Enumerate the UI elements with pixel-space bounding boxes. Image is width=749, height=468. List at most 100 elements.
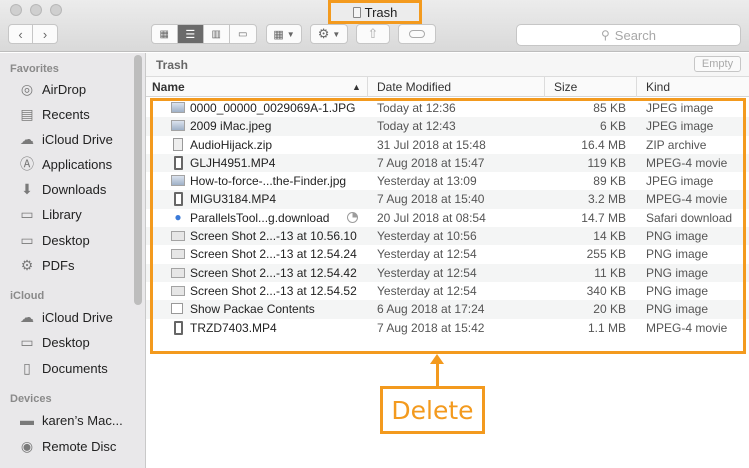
column-divider[interactable] [636,77,637,97]
file-row[interactable]: TRZD7403.MP4 7 Aug 2018 at 15:42 1.1 MB MPE… [146,319,749,337]
tag-icon [409,30,425,38]
sidebar-item-documents[interactable]: ▯ Documents [18,358,108,378]
file-name: Screen Shot 2...-13 at 10.56.10 [190,229,357,243]
file-size: 20 KB [593,302,626,317]
file-name-text: ParallelsTool...g.download [190,210,330,225]
column-header-date[interactable]: Date Modified [377,80,451,94]
sidebar-item-recents[interactable]: ▤ Recents [18,104,89,124]
file-name-text: AudioHijack.zip [190,137,273,152]
shot-file-icon [171,285,185,296]
zoom-window-button[interactable] [50,4,62,16]
sidebar-item-airdrop[interactable]: ◎ AirDrop [18,79,86,99]
file-size: 255 KB [586,247,626,262]
column-header-size[interactable]: Size [554,80,577,94]
file-kind: MPEG-4 movie [646,192,728,207]
column-view-button[interactable]: ▥ [204,25,230,43]
forward-button[interactable]: › [33,25,57,43]
action-menu-button[interactable]: ⚙ ▼ [310,24,348,44]
file-row[interactable]: ● ParallelsTool...g.download 20 Jul 2018 a… [146,209,749,227]
file-date-modified: Yesterday at 12:54 [377,247,477,262]
sidebar-heading-favorites: Favorites [10,63,59,75]
sidebar-scrollbar[interactable] [134,55,142,305]
sidebar-item-pdfs[interactable]: ⚙ PDFs [18,255,75,275]
file-row[interactable]: 2009 iMac.jpeg Today at 12:43 6 KB JPEG ima… [146,117,749,136]
column-divider[interactable] [544,77,545,97]
file-size: 3.2 MB [587,192,626,207]
sort-ascending-icon[interactable]: ▲ [352,82,361,92]
gear-folder-icon: ⚙ [20,256,34,273]
tags-button[interactable] [398,24,436,44]
file-row[interactable]: How-to-force-...the-Finder.jpg Yesterday … [146,172,749,190]
trash-icon [352,6,361,18]
file-size: 14.7 MB [581,210,626,225]
recents-icon: ▤ [20,105,34,122]
file-row[interactable]: GLJH4951.MP4 7 Aug 2018 at 15:47 119 KB MPE… [146,153,749,173]
file-name-text: Screen Shot 2...-13 at 12.54.24 [190,247,357,262]
window-titlebar: Trash ‹ › ▦ ☰ ▥ ▭ ▦ ▼ ⚙ ▼ ⇧ ⚲ Search [0,0,749,52]
mov-file-icon [174,155,183,170]
file-size: 16.4 MB [581,137,626,152]
zip-file-icon [173,137,183,151]
search-field[interactable]: ⚲ Search [516,24,741,46]
column-header-name[interactable]: Name [152,80,185,94]
gallery-view-button[interactable]: ▭ [230,25,256,43]
file-name-text: 2009 iMac.jpeg [190,119,272,134]
file-name-text: How-to-force-...the-Finder.jpg [190,174,347,189]
annotation-delete-label: Delete [380,386,485,434]
doc-file-icon [171,303,183,315]
file-row[interactable]: Screen Shot 2...-13 at 12.54.42 Yesterday… [146,263,749,282]
file-row[interactable]: AudioHijack.zip 31 Jul 2018 at 15:48 16.4 … [146,136,749,154]
file-name: AudioHijack.zip [190,138,272,152]
icon-view-icon: ▦ [159,28,169,40]
disk-icon: ▬ [20,412,34,428]
sidebar-item-desktop[interactable]: ▭ Desktop [18,230,89,250]
empty-trash-button[interactable]: Empty [694,56,741,72]
folder-icon: ▭ [20,205,34,222]
applications-icon: Ⓐ [20,156,34,172]
file-name: Screen Shot 2...-13 at 12.54.42 [190,266,357,280]
list-view-button[interactable]: ☰ [177,25,205,43]
sidebar-item-downloads[interactable]: ⬇ Downloads [18,179,106,199]
icon-view-button[interactable]: ▦ [152,25,178,43]
desktop-icon: ▭ [20,333,34,350]
file-kind: ZIP archive [646,137,707,152]
sidebar-item-mac[interactable]: ▬ karen’s Mac... [18,410,123,430]
column-header-kind[interactable]: Kind [646,80,670,94]
sidebar-item-icloud-desktop[interactable]: ▭ Desktop [18,332,89,352]
download-progress-icon [347,212,359,224]
back-button[interactable]: ‹ [9,25,34,43]
file-row[interactable]: Screen Shot 2...-13 at 12.54.24 Yesterday… [146,245,749,263]
file-size: 11 KB [594,265,626,280]
sidebar-item-remote-disc[interactable]: ◉ Remote Disc [18,436,117,456]
file-row[interactable]: 0000_00000_0029069A-1.JPG Today at 12:36 8… [146,99,749,117]
airdrop-icon: ◎ [20,80,34,97]
minimize-window-button[interactable] [30,4,42,16]
file-name-text: MIGU3184.MP4 [190,192,277,207]
sidebar-heading-icloud: iCloud [10,290,45,302]
sidebar-item-icloud-drive[interactable]: ☁ iCloud Drive [18,129,113,149]
disc-icon: ◉ [20,437,34,454]
back-forward-control: ‹ › [8,24,58,44]
documents-icon: ▯ [23,359,31,376]
file-size: 85 KB [593,101,626,115]
share-button[interactable]: ⇧ [356,24,390,44]
file-row[interactable]: Screen Shot 2...-13 at 10.56.10 Yesterday… [146,227,749,246]
column-divider[interactable] [367,77,368,97]
sidebar-item-library[interactable]: ▭ Library [18,204,81,224]
share-icon: ⇧ [367,26,379,41]
file-row[interactable]: Show Packae Contents 6 Aug 2018 at 17:24 2… [146,300,749,319]
search-placeholder: Search [614,27,656,43]
file-name: 2009 iMac.jpeg [190,119,271,133]
file-row[interactable]: MIGU3184.MP4 7 Aug 2018 at 15:40 3.2 MB MPE… [146,190,749,209]
sidebar-item-icloud-drive-2[interactable]: ☁ iCloud Drive [18,307,113,327]
desktop-icon: ▭ [20,231,34,248]
file-kind: JPEG image [646,119,714,134]
file-size: 14 KB [593,229,626,244]
dl-file-icon: ● [174,210,182,225]
file-row[interactable]: Screen Shot 2...-13 at 12.54.52 Yesterday… [146,282,749,300]
sidebar-item-applications[interactable]: Ⓐ Applications [18,154,112,174]
path-crumb: Trash [156,58,189,72]
chevron-left-icon: ‹ [18,26,23,42]
close-window-button[interactable] [10,4,22,16]
group-by-button[interactable]: ▦ ▼ [266,24,302,44]
